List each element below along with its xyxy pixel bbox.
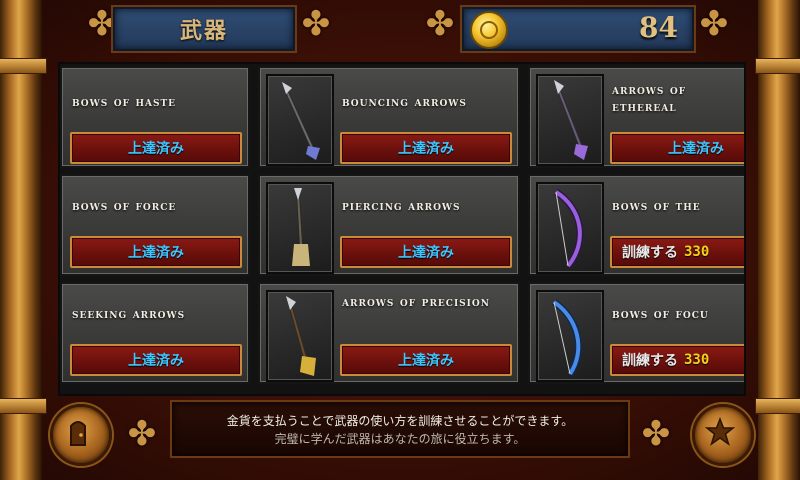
weapon-thumbnail	[266, 74, 334, 166]
coin-counter: 84	[462, 7, 694, 51]
weapon-name: seeking arrows	[72, 307, 186, 322]
train-label: 訓練する	[622, 353, 678, 369]
weapon-thumbnail	[266, 290, 334, 382]
train-button[interactable]: 訓練する 330	[610, 344, 744, 376]
price-label: 330	[684, 244, 710, 260]
weapon-grid: bows of haste 上達済み bouncing arrows 上達済み	[58, 62, 746, 396]
mastered-button[interactable]: 上達済み	[70, 132, 242, 164]
arrow-icon	[282, 82, 320, 160]
weapon-card-arrows-of-precision[interactable]: arrows of precision 上達済み	[258, 282, 520, 384]
mastered-button[interactable]: 上達済み	[70, 344, 242, 376]
door-exit-icon	[70, 421, 86, 446]
weapon-card-arrows-of-ethereal[interactable]: arrows of ethereal 上達済み	[528, 66, 744, 168]
celtic-knot-icon: ✤	[301, 4, 331, 44]
weapon-name: bows of the	[612, 199, 701, 214]
weapon-name: bows of force	[72, 199, 177, 214]
page-title-panel: 武器	[113, 7, 295, 51]
weapon-thumbnail	[536, 182, 604, 274]
train-button[interactable]: 訓練する 330	[610, 236, 744, 268]
mastered-button[interactable]: 上達済み	[340, 344, 512, 376]
weapon-name: bows of focu	[612, 307, 709, 322]
coin-count: 84	[639, 11, 678, 44]
achievements-button[interactable]	[692, 404, 754, 466]
weapon-card-seeking-arrows[interactable]: seeking arrows 上達済み	[60, 282, 250, 384]
arrow-icon	[292, 188, 310, 266]
weapon-thumbnail	[266, 182, 334, 274]
celtic-knot-icon: ✤	[699, 4, 729, 44]
weapon-card-bows-of-force[interactable]: bows of force 上達済み	[60, 174, 250, 276]
right-pillar	[755, 0, 800, 480]
arrow-icon	[554, 80, 588, 160]
weapon-name: piercing arrows	[342, 199, 461, 214]
mastered-button[interactable]: 上達済み	[610, 132, 744, 164]
weapon-name: arrows of ethereal	[612, 83, 687, 115]
gold-coin-icon	[470, 11, 508, 49]
mastered-button[interactable]: 上達済み	[340, 236, 512, 268]
celtic-knot-icon: ✤	[641, 414, 671, 454]
star-icon	[705, 417, 735, 446]
info-message: 金貨を支払うことで武器の使い方を訓練させることができます。 完璧に学んだ武器はあ…	[170, 400, 630, 458]
train-label: 訓練する	[622, 245, 678, 261]
exit-button[interactable]	[50, 404, 112, 466]
arrow-icon	[286, 296, 316, 376]
celtic-knot-icon: ✤	[425, 4, 455, 44]
weapon-card-bouncing-arrows[interactable]: bouncing arrows 上達済み	[258, 66, 520, 168]
weapon-thumbnail	[536, 74, 604, 166]
price-label: 330	[684, 352, 710, 368]
mastered-button[interactable]: 上達済み	[340, 132, 512, 164]
weapon-name: arrows of precision	[342, 295, 490, 310]
weapon-card-bows-of-focus[interactable]: bows of focu 訓練する 330	[528, 282, 744, 384]
info-line-2: 完璧に学んだ武器はあなたの旅に役立ちます。	[274, 432, 526, 446]
weapon-card-piercing-arrows[interactable]: piercing arrows 上達済み	[258, 174, 520, 276]
game-frame: ✤ ✤ ✤ ✤ ✤ ✤ 武器 84 bows of haste 上達済み bou…	[0, 0, 800, 480]
weapon-card-bows-of-the[interactable]: bows of the 訓練する 330	[528, 174, 744, 276]
weapon-name: bouncing arrows	[342, 95, 467, 110]
bow-icon	[553, 189, 584, 269]
weapon-thumbnail	[536, 290, 604, 382]
page-title: 武器	[179, 19, 228, 44]
bow-icon	[551, 299, 582, 376]
weapon-name: bows of haste	[72, 95, 177, 110]
mastered-button[interactable]: 上達済み	[70, 236, 242, 268]
info-line-1: 金貨を支払うことで武器の使い方を訓練させることができます。	[226, 414, 574, 428]
weapon-card-bows-of-haste[interactable]: bows of haste 上達済み	[60, 66, 250, 168]
celtic-knot-icon: ✤	[127, 414, 157, 454]
left-pillar	[0, 0, 47, 480]
